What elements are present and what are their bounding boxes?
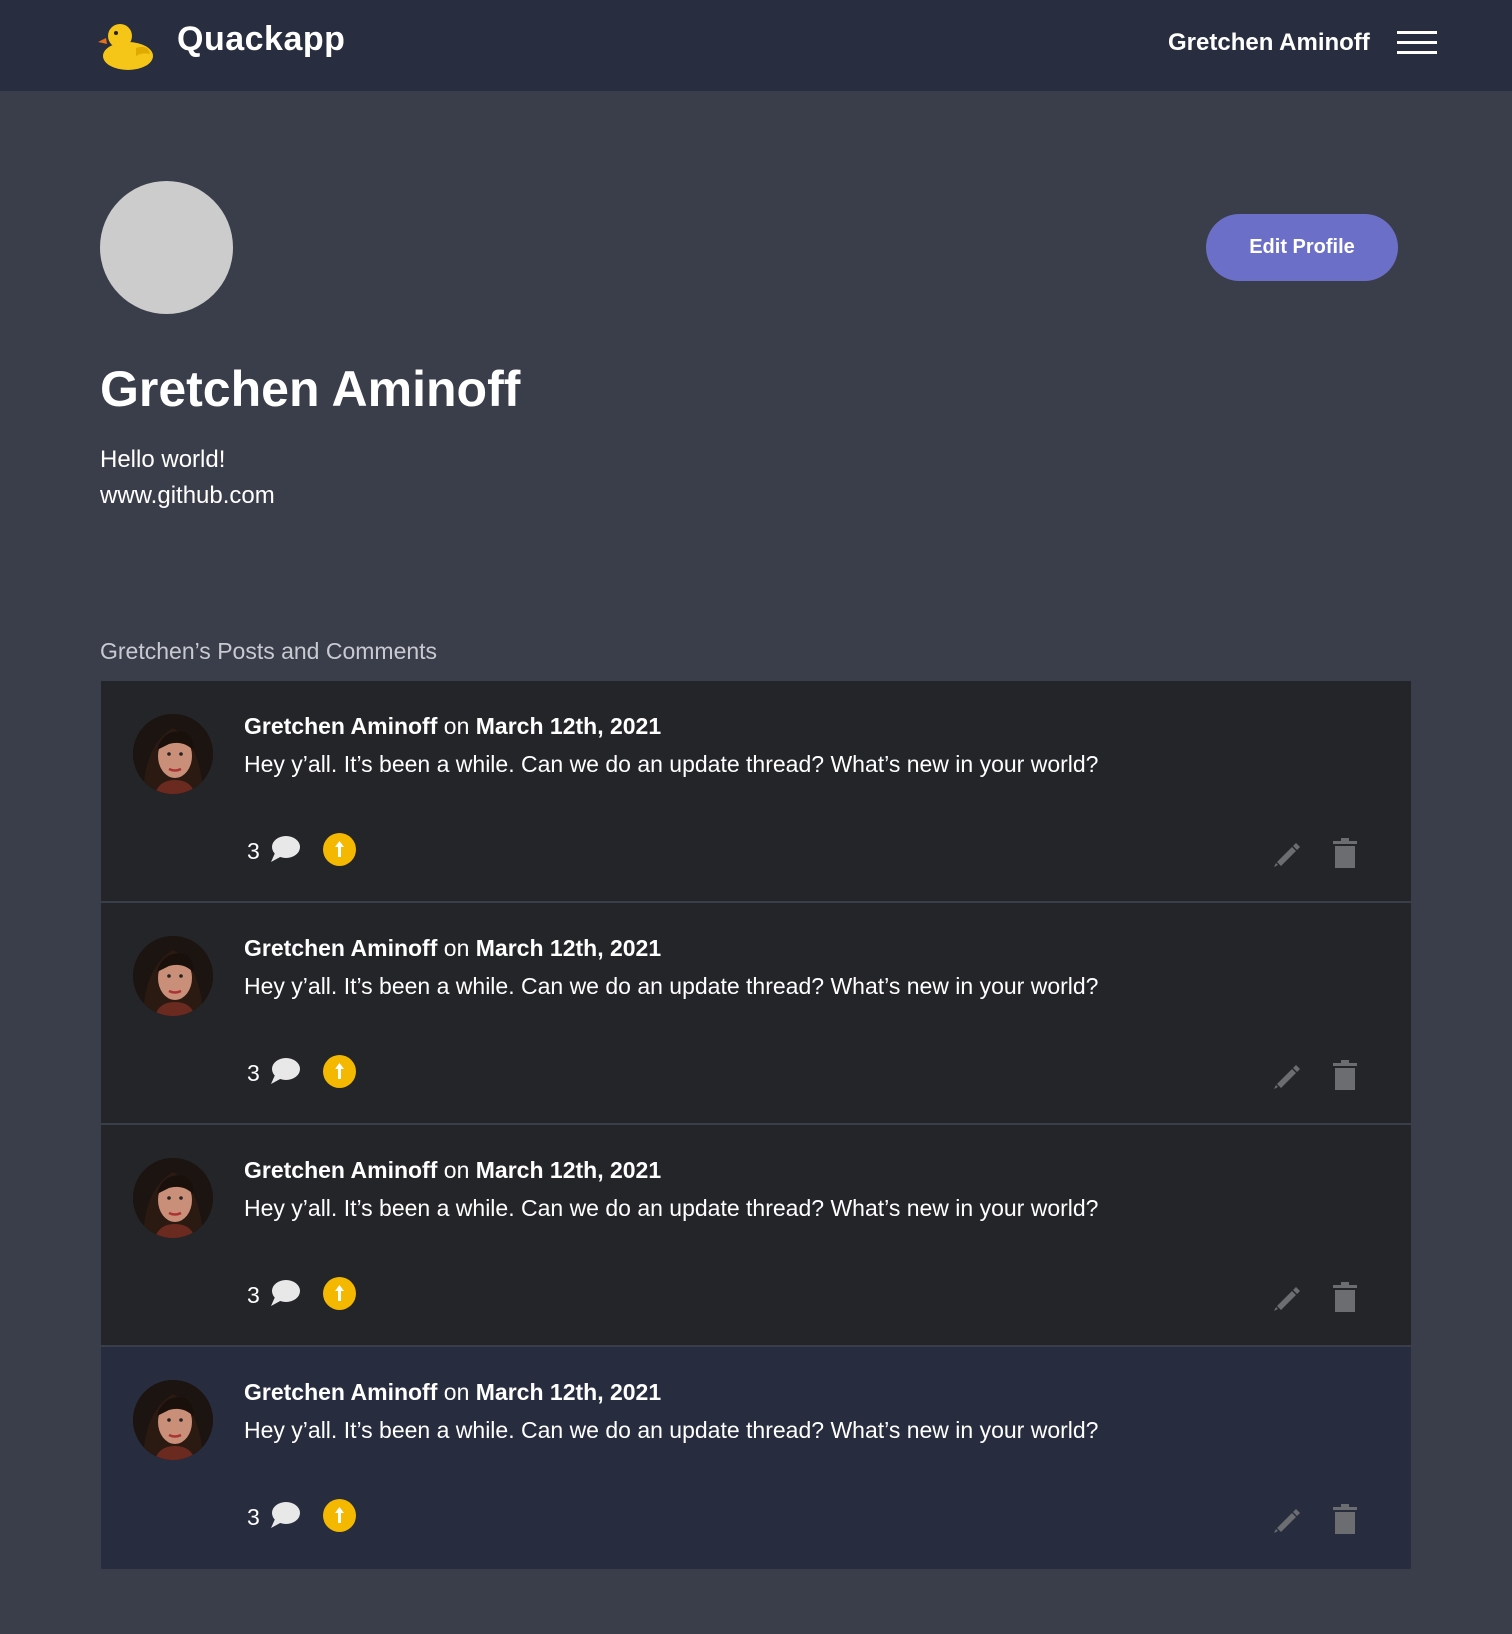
app-name[interactable]: Quackapp <box>177 20 345 59</box>
comment-bubble-icon[interactable] <box>269 834 301 864</box>
post-meta: Gretchen Aminoff on March 12th, 2021 <box>244 1379 661 1406</box>
profile-name: Gretchen Aminoff <box>100 361 521 417</box>
post-item: Gretchen Aminoff on March 12th, 2021 Hey… <box>101 1125 1411 1347</box>
post-text[interactable]: Hey y’all. It’s been a while. Can we do … <box>244 1195 1098 1222</box>
post-author[interactable]: Gretchen Aminoff <box>244 935 437 961</box>
post-date: March 12th, 2021 <box>475 1157 662 1183</box>
pencil-edit-icon[interactable] <box>1270 1061 1300 1091</box>
post-author[interactable]: Gretchen Aminoff <box>244 1157 437 1183</box>
rubber-duck-icon[interactable] <box>98 18 154 72</box>
post-author[interactable]: Gretchen Aminoff <box>244 1379 437 1405</box>
post-connector: on <box>443 713 470 739</box>
post-date: March 12th, 2021 <box>475 935 662 961</box>
post-connector: on <box>443 1157 470 1183</box>
post-meta: Gretchen Aminoff on March 12th, 2021 <box>244 713 661 740</box>
post-item: Gretchen Aminoff on March 12th, 2021 Hey… <box>101 903 1411 1125</box>
comment-bubble-icon[interactable] <box>269 1500 301 1530</box>
post-date: March 12th, 2021 <box>475 1379 662 1405</box>
comment-bubble-icon[interactable] <box>269 1278 301 1308</box>
pencil-edit-icon[interactable] <box>1270 1505 1300 1535</box>
profile-website-link[interactable]: www.github.com <box>100 482 275 510</box>
comment-count: 3 <box>247 1282 260 1308</box>
post-text[interactable]: Hey y’all. It’s been a while. Can we do … <box>244 1417 1098 1444</box>
post-item: Gretchen Aminoff on March 12th, 2021 Hey… <box>101 681 1411 903</box>
comment-count: 3 <box>247 1504 260 1530</box>
upvote-icon[interactable] <box>323 1277 356 1310</box>
post-text[interactable]: Hey y’all. It’s been a while. Can we do … <box>244 973 1098 1000</box>
post-text[interactable]: Hey y’all. It’s been a while. Can we do … <box>244 751 1098 778</box>
trash-delete-icon[interactable] <box>1333 1504 1357 1534</box>
post-author[interactable]: Gretchen Aminoff <box>244 713 437 739</box>
edit-profile-button[interactable]: Edit Profile <box>1206 214 1398 281</box>
comment-count: 3 <box>247 1060 260 1086</box>
comment-bubble-icon[interactable] <box>269 1056 301 1086</box>
author-avatar[interactable] <box>133 714 213 794</box>
upvote-icon[interactable] <box>323 1499 356 1532</box>
post-date: March 12th, 2021 <box>475 713 662 739</box>
upvote-icon[interactable] <box>323 1055 356 1088</box>
upvote-icon[interactable] <box>323 833 356 866</box>
author-avatar[interactable] <box>133 936 213 1016</box>
profile-bio: Hello world! <box>100 446 226 473</box>
section-title: Gretchen’s Posts and Comments <box>100 638 438 664</box>
author-avatar[interactable] <box>133 1380 213 1460</box>
post-connector: on <box>443 935 470 961</box>
author-avatar[interactable] <box>133 1158 213 1238</box>
post-item: Gretchen Aminoff on March 12th, 2021 Hey… <box>101 1347 1411 1569</box>
trash-delete-icon[interactable] <box>1333 838 1357 868</box>
hamburger-menu-icon[interactable] <box>1397 30 1437 56</box>
post-meta: Gretchen Aminoff on March 12th, 2021 <box>244 935 661 962</box>
top-navigation-bar: Quackapp Gretchen Aminoff <box>0 0 1512 91</box>
pencil-edit-icon[interactable] <box>1270 839 1300 869</box>
pencil-edit-icon[interactable] <box>1270 1283 1300 1313</box>
post-connector: on <box>443 1379 470 1405</box>
post-meta: Gretchen Aminoff on March 12th, 2021 <box>244 1157 661 1184</box>
posts-list: Gretchen Aminoff on March 12th, 2021 Hey… <box>101 681 1411 1569</box>
trash-delete-icon[interactable] <box>1333 1282 1357 1312</box>
trash-delete-icon[interactable] <box>1333 1060 1357 1090</box>
comment-count: 3 <box>247 838 260 864</box>
profile-avatar <box>100 181 233 314</box>
current-user-name[interactable]: Gretchen Aminoff <box>1168 29 1370 57</box>
